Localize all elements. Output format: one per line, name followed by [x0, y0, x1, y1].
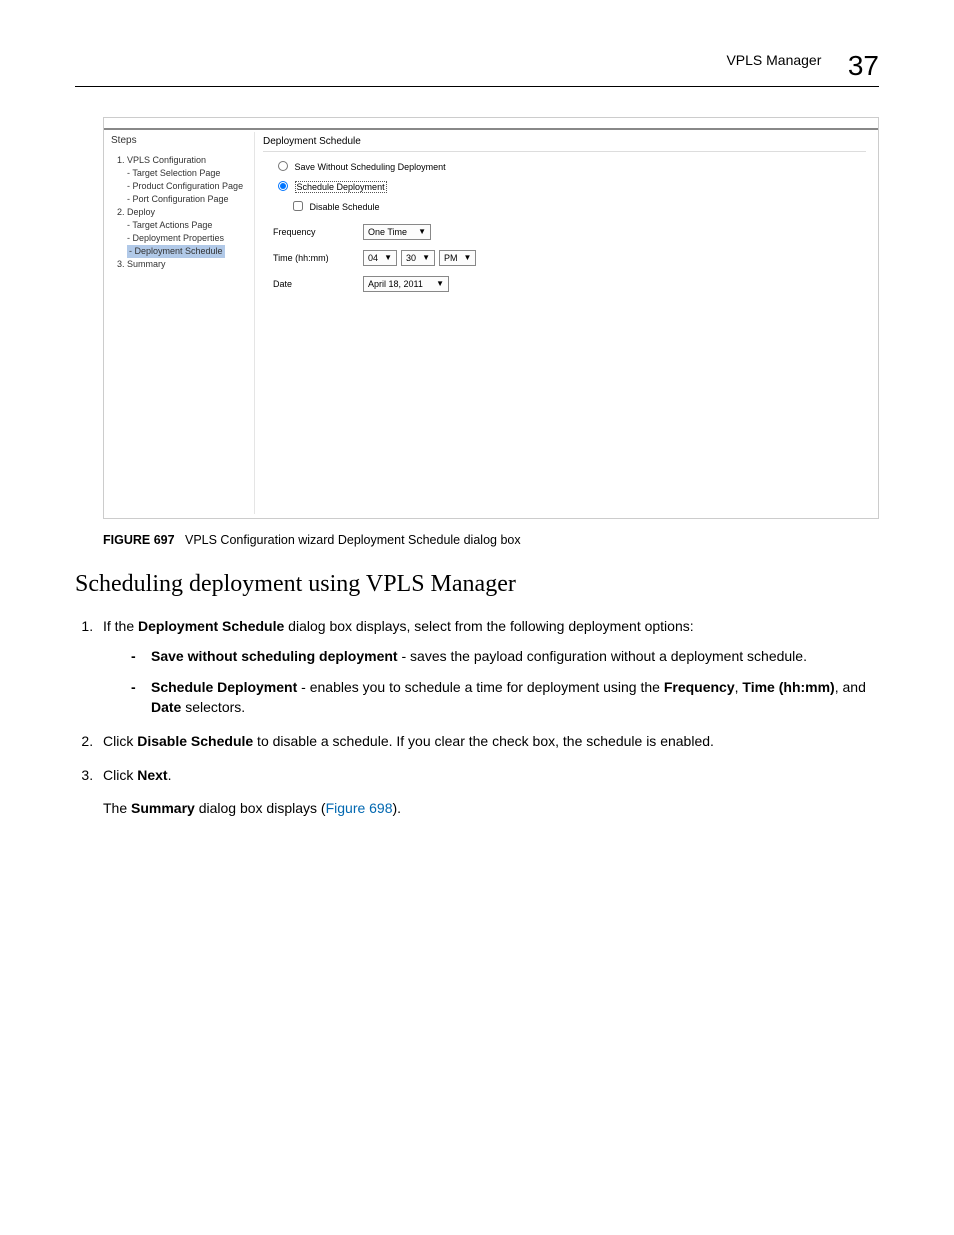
- options-list: Save without scheduling deployment - sav…: [103, 646, 879, 717]
- step-deployment-schedule: - Deployment Schedule: [117, 245, 247, 258]
- steps-list: 1. VPLS Configuration - Target Selection…: [109, 154, 247, 271]
- step-target-actions: - Target Actions Page: [117, 219, 247, 232]
- radio-schedule-input[interactable]: [278, 181, 288, 191]
- chapter-number: 37: [848, 50, 879, 81]
- option-schedule-deployment: Schedule Deployment - enables you to sch…: [137, 677, 879, 718]
- figure-caption-text: VPLS Configuration wizard Deployment Sch…: [185, 533, 521, 547]
- term-next: Next: [137, 767, 167, 783]
- text: The: [103, 800, 131, 816]
- step-vpls-config: 1. VPLS Configuration: [117, 154, 247, 167]
- text: selectors.: [181, 699, 245, 715]
- steps-sidebar: Steps 1. VPLS Configuration - Target Sel…: [109, 132, 247, 271]
- text: If the: [103, 618, 138, 634]
- text: dialog box displays, select from the fol…: [284, 618, 693, 634]
- time-row: Time (hh:mm) 04 ▼ 30 ▼ PM ▼: [273, 250, 866, 266]
- figure-caption: FIGURE 697 VPLS Configuration wizard Dep…: [103, 533, 879, 547]
- selector-date: Date: [151, 699, 181, 715]
- ampm-value: PM: [444, 253, 458, 263]
- step-product-config: - Product Configuration Page: [117, 180, 247, 193]
- step-1: If the Deployment Schedule dialog box di…: [97, 616, 879, 717]
- current-step-highlight: - Deployment Schedule: [127, 245, 225, 258]
- hour-select[interactable]: 04 ▼: [363, 250, 397, 266]
- ampm-select[interactable]: PM ▼: [439, 250, 476, 266]
- radio-save-label: Save Without Scheduling Deployment: [295, 162, 446, 172]
- chevron-down-icon: ▼: [464, 254, 472, 262]
- divider: [104, 128, 878, 130]
- frequency-select[interactable]: One Time ▼: [363, 224, 431, 240]
- header-title: VPLS Manager: [726, 52, 821, 68]
- minute-select[interactable]: 30 ▼: [401, 250, 435, 266]
- steps-heading: Steps: [109, 132, 247, 154]
- chevron-down-icon: ▼: [418, 228, 426, 236]
- radio-schedule-deployment[interactable]: Schedule Deployment: [273, 178, 866, 192]
- text: Click: [103, 767, 137, 783]
- option-name: Save without scheduling deployment: [151, 648, 398, 664]
- text: Click: [103, 733, 137, 749]
- option-name: Schedule Deployment: [151, 679, 297, 695]
- option-save-without: Save without scheduling deployment - sav…: [137, 646, 879, 666]
- text: to disable a schedule. If you clear the …: [253, 733, 714, 749]
- frequency-value: One Time: [368, 227, 407, 237]
- step-target-selection: - Target Selection Page: [117, 167, 247, 180]
- date-select[interactable]: April 18, 2011 ▼: [363, 276, 449, 292]
- schedule-panel: Deployment Schedule Save Without Schedul…: [254, 132, 874, 514]
- selector-frequency: Frequency: [664, 679, 735, 695]
- hour-value: 04: [368, 253, 378, 263]
- step-3: Click Next. The Summary dialog box displ…: [97, 765, 879, 818]
- term-deployment-schedule: Deployment Schedule: [138, 618, 284, 634]
- figure-number: FIGURE 697: [103, 533, 175, 547]
- chevron-down-icon: ▼: [422, 254, 430, 262]
- frequency-label: Frequency: [273, 227, 363, 237]
- procedure-list: If the Deployment Schedule dialog box di…: [75, 616, 879, 818]
- text: , and: [835, 679, 866, 695]
- panel-title: Deployment Schedule: [263, 136, 866, 152]
- disable-schedule-label: Disable Schedule: [310, 202, 380, 212]
- minute-value: 30: [406, 253, 416, 263]
- step-2: Click Disable Schedule to disable a sche…: [97, 731, 879, 751]
- step-deployment-props: - Deployment Properties: [117, 232, 247, 245]
- disable-schedule-checkbox[interactable]: [293, 201, 303, 211]
- checkbox-disable-schedule[interactable]: Disable Schedule: [289, 198, 866, 214]
- page-header: VPLS Manager 37: [75, 50, 879, 87]
- step-summary: 3. Summary: [117, 258, 247, 271]
- term-summary: Summary: [131, 800, 195, 816]
- date-value: April 18, 2011: [368, 279, 423, 289]
- step-deploy: 2. Deploy: [117, 206, 247, 219]
- chevron-down-icon: ▼: [436, 280, 444, 288]
- text: - enables you to schedule a time for dep…: [297, 679, 664, 695]
- option-desc: - saves the payload configuration withou…: [398, 648, 807, 664]
- text: ).: [393, 800, 402, 816]
- chevron-down-icon: ▼: [384, 254, 392, 262]
- radio-save-without[interactable]: Save Without Scheduling Deployment: [273, 158, 866, 172]
- document-page: VPLS Manager 37 Steps 1. VPLS Configurat…: [0, 0, 954, 892]
- text: .: [168, 767, 172, 783]
- radio-schedule-label: Schedule Deployment: [295, 181, 387, 193]
- frequency-row: Frequency One Time ▼: [273, 224, 866, 240]
- follow-text: The Summary dialog box displays (Figure …: [103, 798, 879, 818]
- radio-save-input[interactable]: [278, 161, 288, 171]
- date-label: Date: [273, 279, 363, 289]
- section-heading: Scheduling deployment using VPLS Manager: [75, 571, 879, 598]
- figure-698-link[interactable]: Figure 698: [326, 800, 393, 816]
- wizard-screenshot: Steps 1. VPLS Configuration - Target Sel…: [103, 117, 879, 519]
- date-row: Date April 18, 2011 ▼: [273, 276, 866, 292]
- step-port-config: - Port Configuration Page: [117, 193, 247, 206]
- time-label: Time (hh:mm): [273, 253, 363, 263]
- selector-time: Time (hh:mm): [742, 679, 834, 695]
- text: dialog box displays (: [195, 800, 326, 816]
- term-disable-schedule: Disable Schedule: [137, 733, 253, 749]
